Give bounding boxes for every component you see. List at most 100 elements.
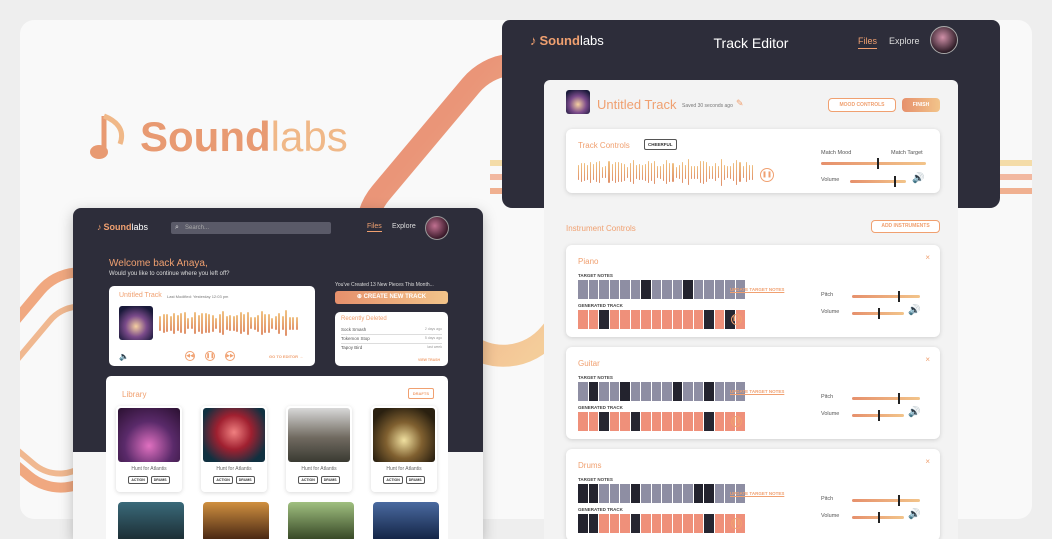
slider-handle[interactable] bbox=[878, 410, 880, 421]
update-target-notes-link[interactable]: UPDATE TARGET NOTES bbox=[730, 389, 784, 394]
note-cell[interactable] bbox=[693, 280, 703, 299]
mood-slider[interactable] bbox=[821, 158, 926, 169]
pause-icon[interactable]: ❚❚ bbox=[731, 416, 742, 427]
close-icon[interactable]: × bbox=[925, 355, 930, 364]
note-cell[interactable] bbox=[588, 382, 598, 401]
list-item[interactable]: last week Tapoy Bird bbox=[341, 345, 442, 353]
slider-handle[interactable] bbox=[876, 158, 879, 169]
slider-handle[interactable] bbox=[878, 308, 880, 319]
update-target-notes-link[interactable]: UPDATE TARGET NOTES bbox=[730, 287, 784, 292]
note-cell[interactable] bbox=[599, 382, 609, 401]
note-cell[interactable] bbox=[609, 382, 619, 401]
note-cell[interactable] bbox=[620, 280, 630, 299]
view-trash-link[interactable]: VIEW TRASH bbox=[418, 358, 440, 362]
note-cell[interactable] bbox=[641, 484, 651, 503]
close-icon[interactable]: × bbox=[925, 253, 930, 262]
volume-slider[interactable] bbox=[852, 308, 904, 319]
note-cell[interactable] bbox=[588, 280, 598, 299]
target-notes-grid[interactable] bbox=[578, 484, 745, 503]
note-cell[interactable] bbox=[578, 280, 588, 299]
volume-slider[interactable] bbox=[850, 176, 906, 187]
note-cell[interactable] bbox=[630, 280, 640, 299]
volume-slider[interactable] bbox=[852, 512, 904, 523]
note-cell[interactable] bbox=[641, 382, 651, 401]
avatar[interactable] bbox=[425, 216, 449, 240]
note-cell[interactable] bbox=[714, 280, 724, 299]
library-item[interactable]: Hunt for Atlantis ACTION DRUMS bbox=[116, 406, 182, 492]
library-item[interactable]: Hunt for Atlantis ACTION DRUMS bbox=[371, 406, 437, 492]
create-new-track-button[interactable]: ⊕ CREATE NEW TRACK bbox=[335, 291, 448, 304]
note-cell[interactable] bbox=[641, 280, 651, 299]
note-cell[interactable] bbox=[714, 382, 724, 401]
library-item[interactable] bbox=[373, 502, 439, 539]
note-cell[interactable] bbox=[578, 382, 588, 401]
speaker-icon[interactable]: 🔊 bbox=[908, 407, 920, 418]
note-cell[interactable] bbox=[672, 280, 682, 299]
note-cell[interactable] bbox=[672, 484, 682, 503]
drafts-button[interactable]: DRAFTS bbox=[407, 388, 434, 399]
speaker-icon[interactable]: 🔊 bbox=[912, 173, 924, 184]
pitch-slider[interactable] bbox=[852, 495, 920, 506]
nav-files[interactable]: Files bbox=[367, 223, 382, 232]
forward-icon[interactable]: ▶▶ bbox=[225, 351, 235, 361]
note-cell[interactable] bbox=[714, 484, 724, 503]
slider-handle[interactable] bbox=[898, 291, 901, 302]
target-notes-grid[interactable] bbox=[578, 382, 745, 401]
note-cell[interactable] bbox=[683, 280, 693, 299]
slider-handle[interactable] bbox=[898, 393, 901, 404]
note-cell[interactable] bbox=[683, 484, 693, 503]
library-item[interactable] bbox=[118, 502, 184, 539]
pencil-icon[interactable]: ✎ bbox=[736, 98, 744, 109]
update-target-notes-link[interactable]: UPDATE TARGET NOTES bbox=[730, 491, 784, 496]
note-cell[interactable] bbox=[651, 484, 661, 503]
nav-explore[interactable]: Explore bbox=[392, 223, 416, 230]
pause-icon[interactable]: ❚❚ bbox=[731, 314, 742, 325]
track-title[interactable]: Untitled Track bbox=[597, 97, 676, 112]
note-cell[interactable] bbox=[651, 382, 661, 401]
library-item[interactable]: Hunt for Atlantis ACTION DRUMS bbox=[201, 406, 267, 492]
pitch-slider[interactable] bbox=[852, 393, 920, 404]
add-instruments-button[interactable]: ADD INSTRUMENTS bbox=[871, 220, 940, 233]
note-cell[interactable] bbox=[630, 484, 640, 503]
note-cell[interactable] bbox=[662, 280, 672, 299]
dashboard-logo[interactable]: ♪ Sound labs bbox=[97, 222, 148, 232]
note-cell[interactable] bbox=[599, 280, 609, 299]
note-cell[interactable] bbox=[683, 382, 693, 401]
note-cell[interactable] bbox=[693, 382, 703, 401]
list-item[interactable]: 2 days ago Sock Smash bbox=[341, 327, 442, 335]
note-cell[interactable] bbox=[630, 382, 640, 401]
slider-handle[interactable] bbox=[893, 176, 896, 187]
note-cell[interactable] bbox=[662, 484, 672, 503]
volume-slider[interactable] bbox=[852, 410, 904, 421]
search-input[interactable]: ⌕ Search... bbox=[171, 222, 331, 234]
note-cell[interactable] bbox=[620, 382, 630, 401]
avatar[interactable] bbox=[930, 26, 958, 54]
slider-handle[interactable] bbox=[898, 495, 901, 506]
note-cell[interactable] bbox=[609, 280, 619, 299]
note-cell[interactable] bbox=[662, 382, 672, 401]
volume-icon[interactable]: 🔈 bbox=[119, 352, 129, 361]
finish-button[interactable]: FINISH bbox=[902, 98, 940, 112]
note-cell[interactable] bbox=[599, 484, 609, 503]
note-cell[interactable] bbox=[651, 280, 661, 299]
note-cell[interactable] bbox=[588, 484, 598, 503]
note-cell[interactable] bbox=[704, 484, 714, 503]
pause-icon[interactable]: ❚❚ bbox=[205, 351, 215, 361]
close-icon[interactable]: × bbox=[925, 457, 930, 466]
speaker-icon[interactable]: 🔊 bbox=[908, 305, 920, 316]
rewind-icon[interactable]: ◀◀ bbox=[185, 351, 195, 361]
pitch-slider[interactable] bbox=[852, 291, 920, 302]
note-cell[interactable] bbox=[620, 484, 630, 503]
list-item[interactable]: 5 days ago Tokemon Stop bbox=[341, 336, 442, 344]
note-cell[interactable] bbox=[704, 280, 714, 299]
target-notes-grid[interactable] bbox=[578, 280, 745, 299]
note-cell[interactable] bbox=[693, 484, 703, 503]
nav-files[interactable]: Files bbox=[858, 36, 878, 49]
nav-explore[interactable]: Explore bbox=[889, 36, 920, 46]
pause-icon[interactable]: ❚❚ bbox=[760, 168, 774, 182]
pause-icon[interactable]: ❚❚ bbox=[731, 518, 742, 529]
library-item[interactable]: Hunt for Atlantis ACTION DRUMS bbox=[286, 406, 352, 492]
mood-controls-button[interactable]: MOOD CONTROLS bbox=[828, 98, 896, 112]
library-item[interactable] bbox=[288, 502, 354, 539]
note-cell[interactable] bbox=[672, 382, 682, 401]
